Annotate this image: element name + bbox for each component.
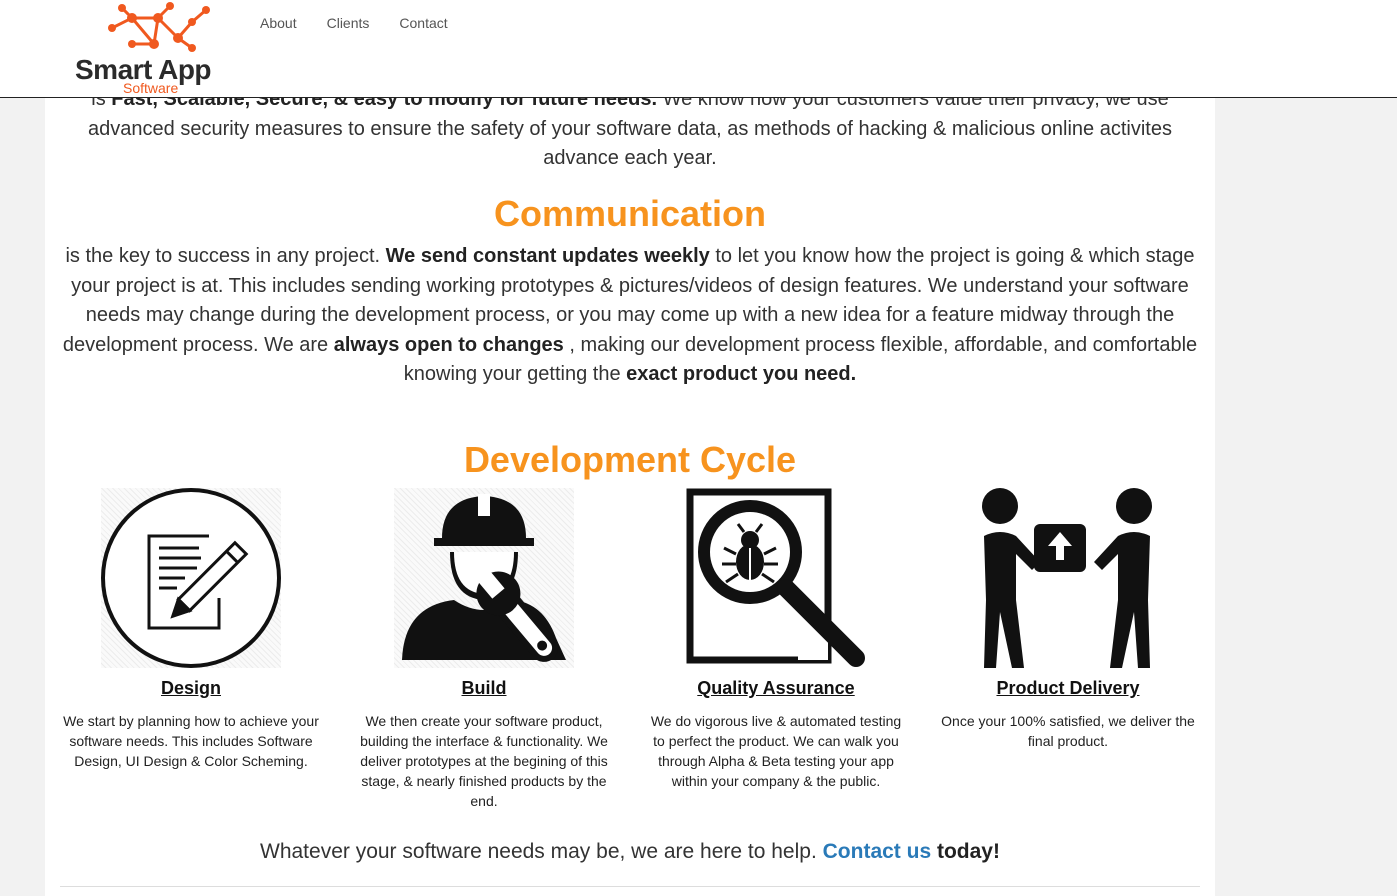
comm-text-1: is the key to success in any project.: [65, 245, 386, 267]
cycle-desc-quality-assurance: We do vigorous live & automated testing …: [650, 713, 902, 789]
contact-us-link[interactable]: Contact us: [823, 840, 932, 863]
comm-bold-1: We send constant updates weekly: [385, 245, 710, 267]
cycle-desc-build: We then create your software product, bu…: [360, 713, 608, 809]
cycle-item-design: Design We start by planning how to achie…: [56, 488, 326, 771]
logo-subtitle: Software: [123, 80, 179, 96]
bug-magnifier-icon: [686, 488, 866, 668]
nav-link-about[interactable]: About: [260, 15, 297, 31]
cycle-item-build: Build We then create your software produ…: [349, 488, 619, 811]
communication-heading: Communication: [493, 193, 766, 234]
cycle-desc-design: We start by planning how to achieve your…: [63, 713, 319, 769]
closing-end: today!: [931, 840, 1000, 863]
cycle-desc-product-delivery: Once your 100% satisfied, we deliver the…: [941, 713, 1195, 749]
communication-paragraph: is the key to success in any project. We…: [60, 242, 1200, 390]
cycle-title-build[interactable]: Build: [349, 678, 619, 699]
cycle-title-quality-assurance[interactable]: Quality Assurance: [641, 678, 911, 699]
comm-bold-3: exact product you need.: [626, 363, 857, 385]
logo[interactable]: Smart App Software: [70, 0, 250, 96]
cycle-item-product-delivery: Product Delivery Once your 100% satisfie…: [933, 488, 1203, 751]
cycle-title-design[interactable]: Design: [56, 678, 326, 699]
comm-bold-2: always open to changes: [333, 333, 564, 356]
closing-text: Whatever your software needs may be, we …: [260, 840, 823, 863]
main-nav: About Clients Contact: [260, 15, 448, 31]
closing-cta: Whatever your software needs may be, we …: [60, 840, 1200, 864]
cycle-item-quality-assurance: Quality Assurance We do vigorous live & …: [641, 488, 911, 791]
security-paragraph: is Fast, Scalable, Secure, & easy to mod…: [60, 85, 1200, 174]
divider: [60, 886, 1200, 887]
cycle-title-product-delivery[interactable]: Product Delivery: [933, 678, 1203, 699]
site-header: Smart App Software About Clients Contact: [0, 0, 1397, 98]
design-document-pencil-icon: [101, 488, 281, 668]
network-logo-icon: [108, 2, 210, 52]
package-handoff-icon: [978, 488, 1158, 668]
development-cycle-heading: Development Cycle: [463, 439, 797, 480]
nav-link-clients[interactable]: Clients: [327, 15, 370, 31]
nav-link-contact[interactable]: Contact: [399, 15, 447, 31]
builder-worker-wrench-icon: [394, 488, 574, 668]
